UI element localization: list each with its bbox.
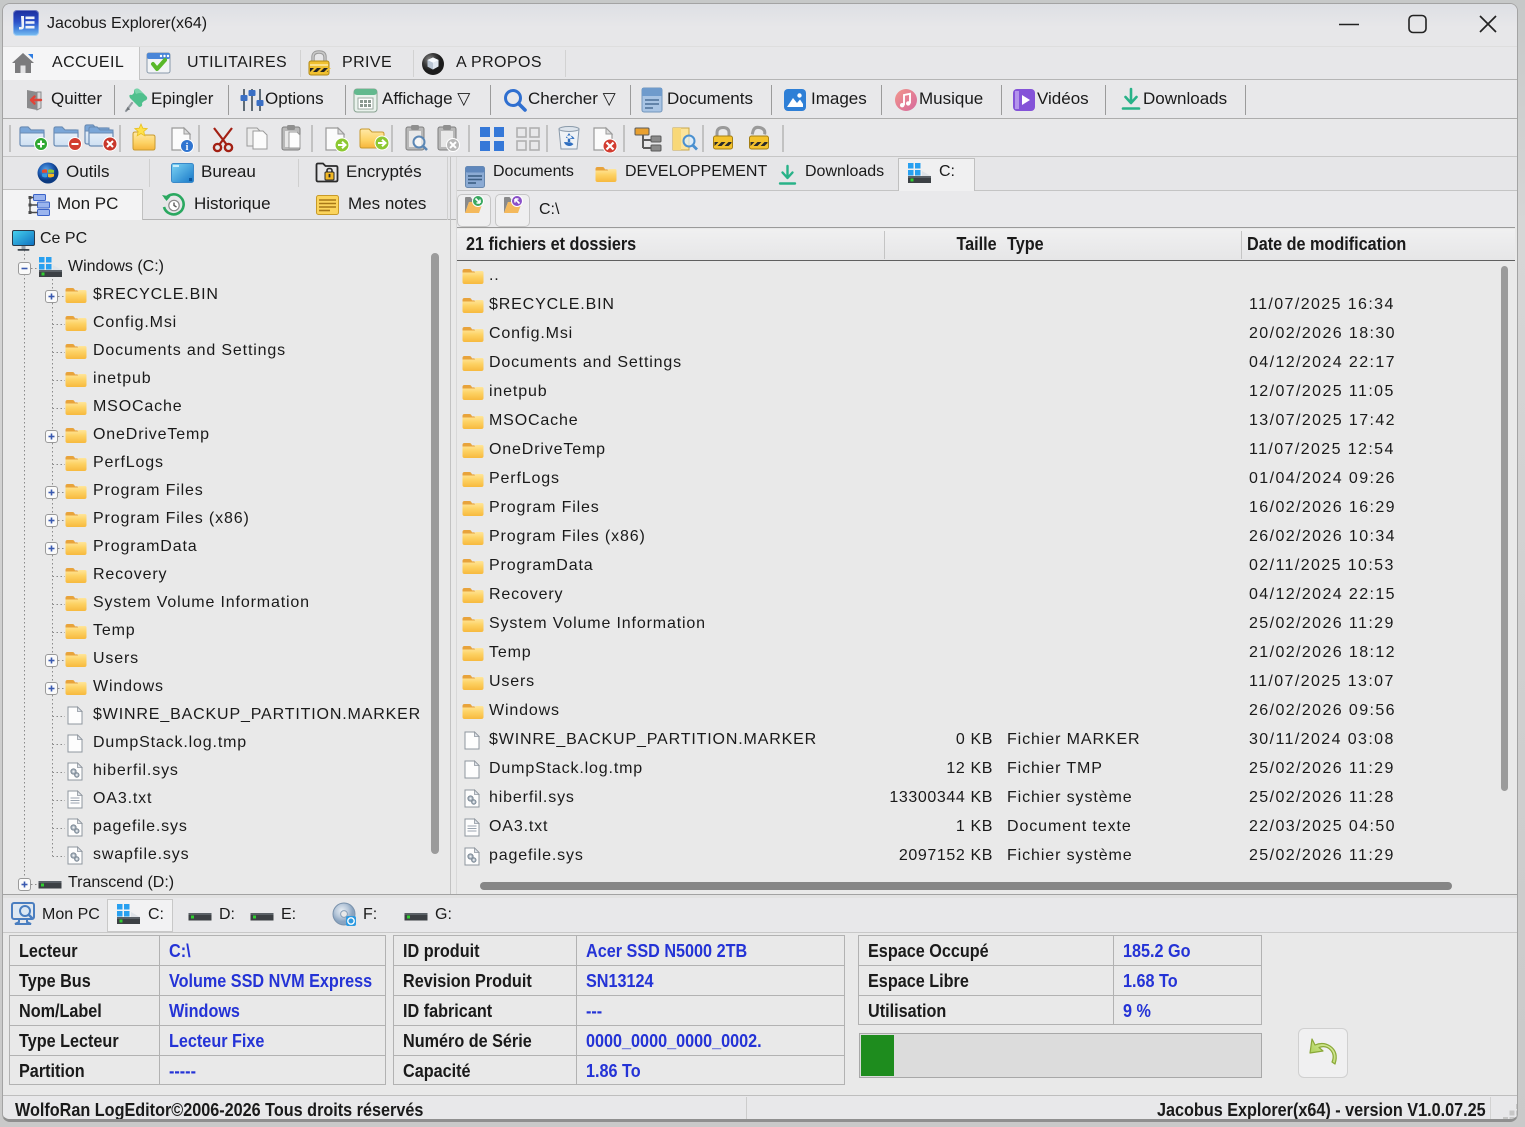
svg-text:i: i [186,142,189,153]
